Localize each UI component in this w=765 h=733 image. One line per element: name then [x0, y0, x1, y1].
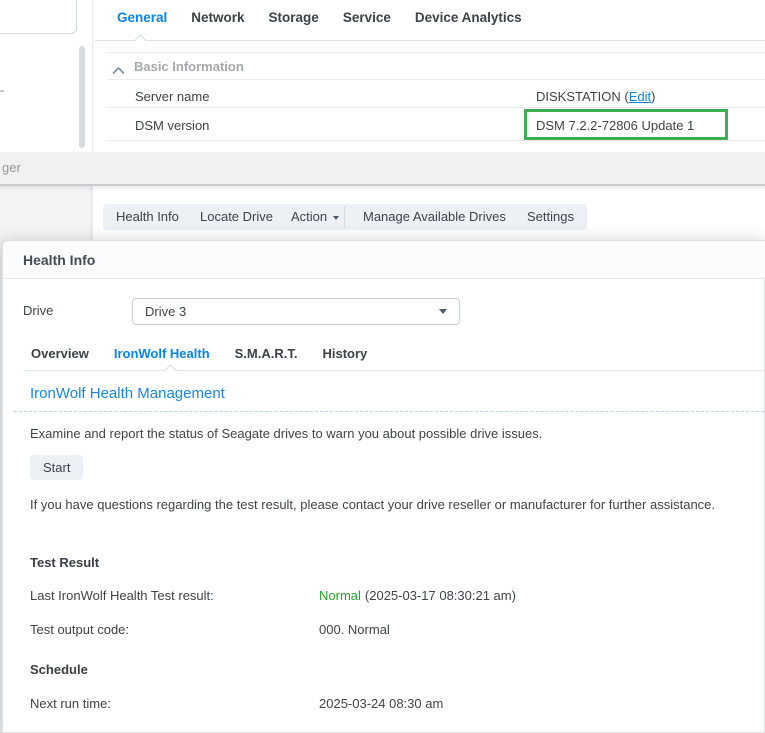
dsm-version-label: DSM version: [135, 118, 209, 133]
caret-down-icon: [439, 309, 447, 314]
tab-general[interactable]: General: [117, 10, 167, 25]
server-name-label: Server name: [135, 89, 209, 104]
settings-button[interactable]: Settings: [514, 204, 587, 230]
partial-window-title: ger: [2, 160, 21, 175]
tab-smart[interactable]: S.M.A.R.T.: [235, 346, 298, 361]
tab-service[interactable]: Service: [343, 10, 391, 25]
tab-network[interactable]: Network: [191, 10, 244, 25]
manage-available-drives-button[interactable]: Manage Available Drives: [350, 204, 519, 230]
tab-underline: [95, 40, 765, 41]
next-run-value: 2025-03-24 08:30 am: [319, 696, 443, 711]
chevron-up-icon: [112, 66, 125, 75]
next-run-label: Next run time:: [30, 696, 111, 711]
drive-label: Drive: [23, 303, 53, 318]
sidebar-tick: [0, 90, 4, 92]
active-tab-notch: [164, 364, 177, 377]
collapse-section-button[interactable]: [112, 62, 125, 80]
edit-link[interactable]: Edit: [629, 89, 651, 104]
start-button[interactable]: Start: [30, 455, 83, 480]
server-name-text-suffix: ): [651, 89, 655, 104]
tab-device-analytics[interactable]: Device Analytics: [415, 10, 522, 25]
health-info-dialog: Health Info Drive Drive 3 Overview IronW…: [2, 240, 765, 733]
drive-select[interactable]: Drive 3: [132, 298, 460, 325]
scrollbar[interactable]: [79, 46, 85, 148]
row-divider: [107, 79, 765, 80]
storage-manager-sidebar: [0, 186, 92, 240]
tab-ironwolf-health[interactable]: IronWolf Health: [114, 346, 210, 361]
action-dropdown-button[interactable]: Action: [278, 204, 352, 230]
locate-drive-button[interactable]: Locate Drive: [187, 204, 286, 230]
ironwolf-health-management-heading: IronWolf Health Management: [30, 385, 225, 402]
last-test-label: Last IronWolf Health Test result:: [30, 588, 214, 603]
output-code-label: Test output code:: [30, 622, 129, 637]
row-divider: [107, 140, 765, 141]
drive-select-value: Drive 3: [145, 299, 186, 324]
caret-down-icon: [333, 216, 339, 220]
control-panel-fragment: General Network Storage Service Device A…: [0, 0, 765, 152]
health-info-button[interactable]: Health Info: [103, 204, 192, 230]
last-test-timestamp: (2025-03-17 08:30:21 am): [365, 588, 516, 603]
tab-history[interactable]: History: [322, 346, 367, 361]
test-result-heading: Test Result: [30, 555, 99, 570]
tab-overview[interactable]: Overview: [31, 346, 89, 361]
control-panel-tabs: General Network Storage Service Device A…: [117, 10, 522, 25]
row-divider: [107, 107, 765, 108]
basic-information-heading: Basic Information: [134, 59, 244, 74]
storage-manager-fragment: Health Info Locate Drive Action Manage A…: [0, 184, 765, 240]
output-code-value: 000. Normal: [319, 622, 390, 637]
dialog-header: Health Info: [3, 241, 765, 279]
window-top-shadow: [0, 186, 765, 192]
schedule-heading: Schedule: [30, 662, 88, 677]
note-text: If you have questions regarding the test…: [30, 494, 732, 517]
server-name-text: DISKSTATION (: [536, 89, 629, 104]
server-name-value: DISKSTATION (Edit): [536, 89, 655, 104]
dashed-divider: [14, 411, 764, 412]
description-text: Examine and report the status of Seagate…: [30, 426, 542, 441]
toolbar-separator: [344, 206, 345, 228]
dialog-tab-underline: [23, 370, 764, 371]
dialog-title: Health Info: [23, 241, 95, 279]
section-divider: [107, 52, 765, 53]
tab-storage[interactable]: Storage: [269, 10, 319, 25]
screen: General Network Storage Service Device A…: [0, 0, 765, 733]
active-tab-notch: [134, 34, 147, 47]
desktop-strip: ger: [0, 152, 765, 184]
dsm-version-value: DSM 7.2.2-72806 Update 1: [536, 118, 694, 133]
search-input[interactable]: [0, 0, 77, 34]
action-label: Action: [291, 209, 327, 224]
dialog-tabs: Overview IronWolf Health S.M.A.R.T. Hist…: [31, 346, 367, 361]
last-test-value: Normal (2025-03-17 08:30:21 am): [319, 588, 516, 603]
sidebar-divider: [92, 0, 93, 152]
status-normal: Normal: [319, 588, 361, 603]
